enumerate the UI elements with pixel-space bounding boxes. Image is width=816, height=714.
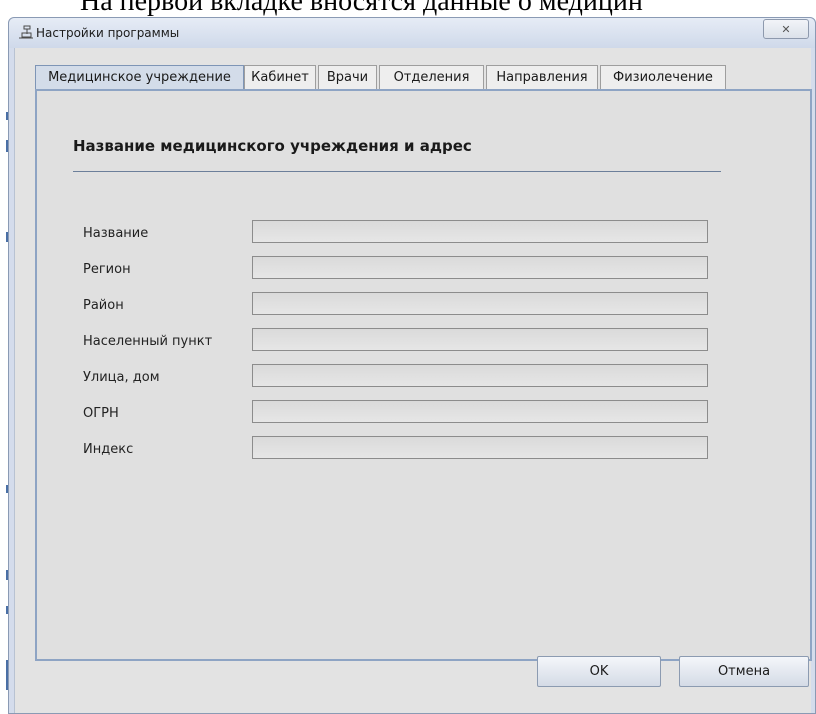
tab-label: Кабинет bbox=[251, 70, 309, 85]
tab-doctors[interactable]: Врачи bbox=[318, 65, 377, 89]
ok-button[interactable]: OK bbox=[537, 656, 661, 687]
tab-panel-medical-institution: Название медицинского учреждения и адрес… bbox=[35, 89, 812, 661]
label-street: Улица, дом bbox=[83, 370, 160, 385]
section-title: Название медицинского учреждения и адрес bbox=[73, 137, 472, 155]
ogrn-field[interactable] bbox=[252, 400, 708, 423]
postcode-field[interactable] bbox=[252, 436, 708, 459]
tab-label: Врачи bbox=[326, 70, 369, 85]
tab-label: Медицинское учреждение bbox=[48, 70, 231, 85]
label-region: Регион bbox=[83, 262, 131, 277]
label-name: Название bbox=[83, 226, 149, 241]
tab-label: Направления bbox=[496, 70, 588, 85]
tab-medical-institution[interactable]: Медицинское учреждение bbox=[35, 65, 244, 89]
tab-label: Отделения bbox=[393, 70, 470, 85]
name-field[interactable] bbox=[252, 220, 708, 243]
locality-field[interactable] bbox=[252, 328, 708, 351]
app-icon bbox=[19, 25, 33, 39]
label-locality: Населенный пункт bbox=[83, 334, 213, 349]
tab-departments[interactable]: Отделения bbox=[379, 65, 484, 89]
region-field[interactable] bbox=[252, 256, 708, 279]
label-postcode: Индекс bbox=[83, 442, 134, 457]
label-district: Район bbox=[83, 298, 124, 313]
window-title: Настройки программы bbox=[36, 26, 180, 40]
close-button[interactable]: ✕ bbox=[763, 19, 809, 39]
tab-referrals[interactable]: Направления bbox=[486, 65, 598, 89]
label-ogrn: ОГРН bbox=[83, 406, 119, 421]
tab-label: Физиолечение bbox=[613, 70, 713, 85]
settings-dialog: Настройки программы ✕ Медицинское учрежд… bbox=[8, 17, 816, 714]
tab-physiotherapy[interactable]: Физиолечение bbox=[600, 65, 726, 89]
dialog-body: Медицинское учреждение Кабинет Врачи Отд… bbox=[14, 48, 812, 713]
close-icon: ✕ bbox=[781, 22, 791, 36]
street-field[interactable] bbox=[252, 364, 708, 387]
district-field[interactable] bbox=[252, 292, 708, 315]
tab-office[interactable]: Кабинет bbox=[244, 65, 316, 89]
section-divider bbox=[73, 171, 721, 172]
title-bar: Настройки программы ✕ bbox=[9, 18, 815, 48]
document-caption-text: На первой вкладке вносятся данные о меди… bbox=[80, 0, 643, 17]
background-page-edge bbox=[0, 0, 9, 714]
cancel-button[interactable]: Отмена bbox=[679, 656, 809, 687]
